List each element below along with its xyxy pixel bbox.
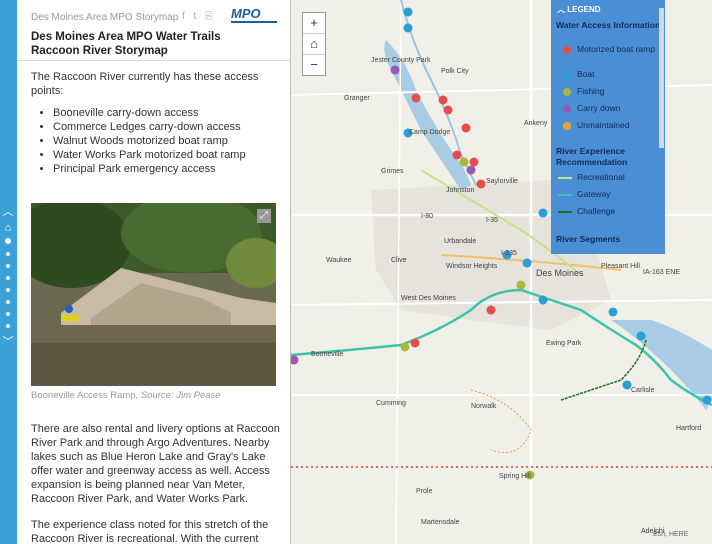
nav-dot[interactable] bbox=[6, 324, 10, 328]
page-title: Des Moines Area MPO Water Trails Raccoon… bbox=[31, 31, 221, 57]
swatch-recreational bbox=[558, 177, 572, 179]
caption-text: Booneville Access Ramp, bbox=[31, 390, 139, 401]
legend-label: Motorized boat ramp bbox=[577, 44, 655, 54]
label-granger: Granger bbox=[344, 95, 370, 102]
label-norwalk: Norwalk bbox=[471, 403, 497, 410]
label-ankeny: Ankeny bbox=[524, 120, 548, 127]
label-polk: Polk City bbox=[441, 68, 469, 75]
label-ewing: Ewing Park bbox=[546, 340, 582, 347]
nav-dot-active[interactable] bbox=[5, 238, 11, 244]
label-windsor: Windsor Heights bbox=[446, 263, 498, 270]
booneville-photo bbox=[31, 203, 276, 386]
label-spring: Spring Hill bbox=[499, 473, 531, 480]
label-i235: I-235 bbox=[501, 250, 517, 257]
story-panel: Des Moines Area MPO Storymap f t ⎘ MPO D… bbox=[17, 0, 291, 544]
nav-dot[interactable] bbox=[6, 312, 10, 316]
label-cumming: Cumming bbox=[376, 400, 406, 407]
story-nav-rail: ︿ ⌂ ﹀ bbox=[0, 0, 17, 544]
label-i35: I-35 bbox=[486, 217, 498, 224]
legend-scrollbar[interactable] bbox=[659, 8, 664, 148]
story-header: Des Moines Area MPO Storymap f t ⎘ MPO D… bbox=[17, 0, 290, 61]
legend-label: Challenge bbox=[577, 206, 616, 216]
legend-label: Gateway bbox=[577, 189, 611, 199]
swatch-boat bbox=[563, 71, 571, 79]
legend-title: LEGEND bbox=[567, 5, 601, 14]
intro-text: The Raccoon River currently has these ac… bbox=[31, 71, 259, 97]
label-prole: Prole bbox=[416, 488, 432, 495]
label-clive: Clive bbox=[391, 257, 407, 264]
map-attribution: Esri, HERE bbox=[653, 531, 689, 538]
zoom-controls: + ⌂ − bbox=[302, 12, 326, 76]
paragraph-experience: The experience class noted for this stre… bbox=[31, 519, 269, 544]
paragraph-rental: There are also rental and livery options… bbox=[31, 423, 280, 505]
zoom-out-button[interactable]: − bbox=[303, 55, 325, 75]
label-hartford: Hartford bbox=[676, 425, 701, 432]
legend-label: Recreational bbox=[577, 172, 625, 182]
legend-section-segments: River Segments bbox=[556, 234, 621, 244]
nav-up-icon[interactable]: ︿ bbox=[2, 206, 14, 218]
list-item: Booneville carry-down access bbox=[53, 106, 281, 120]
legend-header[interactable]: ︿ LEGEND bbox=[557, 4, 601, 15]
nav-dot[interactable] bbox=[6, 300, 10, 304]
legend-section-access: Water Access Information bbox=[556, 20, 661, 30]
label-grimes: Grimes bbox=[381, 168, 404, 175]
swatch-fishing bbox=[563, 88, 571, 96]
legend-section-experience: River Experience Recommendation bbox=[556, 146, 628, 167]
label-johnston: Johnston bbox=[446, 187, 475, 194]
label-i80: I-80 bbox=[421, 213, 433, 220]
legend-label: Fishing bbox=[577, 86, 605, 96]
org-name: Des Moines Area MPO Storymap bbox=[31, 12, 179, 23]
nav-dot[interactable] bbox=[6, 276, 10, 280]
access-list: Booneville carry-down access Commerce Le… bbox=[31, 106, 281, 176]
label-waukee: Waukee bbox=[326, 257, 352, 264]
story-content: The Raccoon River currently has these ac… bbox=[31, 70, 281, 176]
list-item: Water Works Park motorized boat ramp bbox=[53, 148, 281, 162]
list-item: Commerce Ledges carry-down access bbox=[53, 120, 281, 134]
swatch-unmaintained bbox=[563, 122, 571, 130]
label-camp: Camp Dodge bbox=[409, 129, 450, 136]
expand-icon[interactable]: ⤢ bbox=[257, 209, 271, 223]
label-martensdale: Martensdale bbox=[421, 519, 460, 526]
label-booneville: Booneville bbox=[311, 351, 343, 358]
label-carlisle: Carlisle bbox=[631, 387, 654, 394]
list-item: Walnut Woods motorized boat ramp bbox=[53, 134, 281, 148]
mpo-logo: MPO bbox=[231, 7, 277, 23]
swatch-gateway bbox=[558, 194, 572, 196]
home-button[interactable]: ⌂ bbox=[303, 34, 325, 55]
label-desmoines: Des Moines bbox=[536, 268, 584, 278]
nav-dot[interactable] bbox=[6, 264, 10, 268]
caption-source: Source: Jim Pease bbox=[140, 390, 221, 401]
label-jester: Jester County Park bbox=[371, 57, 431, 64]
label-hwy163: IA-163 ENE bbox=[643, 269, 680, 276]
home-icon[interactable]: ⌂ bbox=[2, 222, 14, 234]
label-wdm: West Des Moines bbox=[401, 295, 456, 302]
nav-down-icon[interactable]: ﹀ bbox=[2, 336, 14, 348]
nav-dot[interactable] bbox=[6, 252, 10, 256]
label-saylorville: Saylorville bbox=[486, 178, 518, 185]
photo-caption: Booneville Access Ramp, Source: Jim Peas… bbox=[31, 390, 221, 401]
list-item: Principal Park emergency access bbox=[53, 162, 281, 176]
legend-label: Boat bbox=[577, 69, 595, 79]
swatch-challenge bbox=[558, 211, 572, 213]
label-urbandale: Urbandale bbox=[444, 238, 476, 245]
nav-dot[interactable] bbox=[6, 288, 10, 292]
legend-label: Carry down bbox=[577, 103, 621, 113]
share-icons[interactable]: f t ⎘ bbox=[182, 11, 216, 22]
swatch-carry bbox=[563, 105, 571, 113]
legend-label: Unmaintained bbox=[577, 120, 630, 130]
zoom-in-button[interactable]: + bbox=[303, 13, 325, 34]
swatch-motorized bbox=[563, 46, 571, 54]
label-pleasant: Pleasant Hill bbox=[601, 263, 640, 270]
legend-panel: ︿ LEGEND Water Access Information Motori… bbox=[551, 0, 665, 254]
